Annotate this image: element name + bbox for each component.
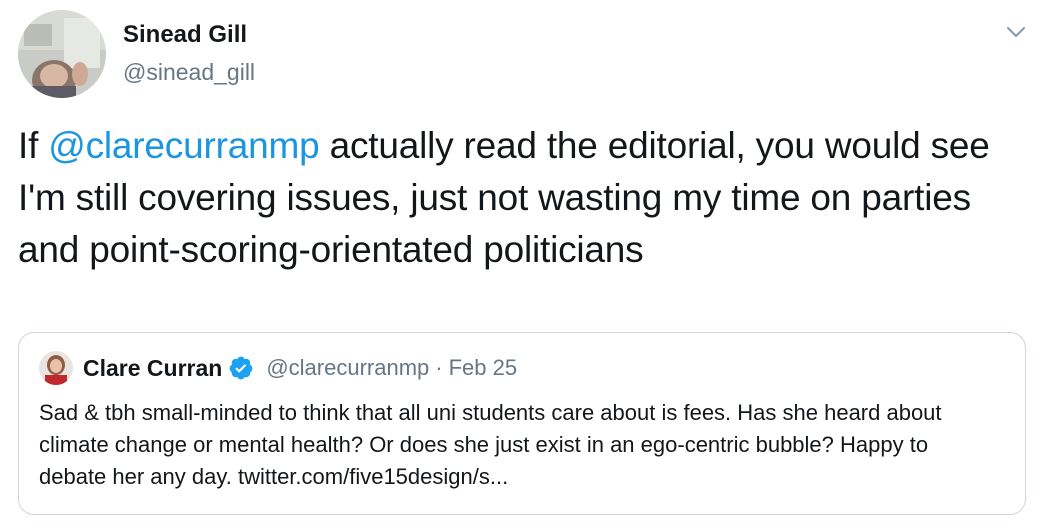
quoted-tweet-header: Clare Curran @clarecurranmp · Feb 25 (83, 351, 517, 385)
mention-link[interactable]: @clarecurranmp (48, 125, 319, 166)
chevron-down-icon[interactable] (1004, 22, 1028, 42)
quoted-author-handle[interactable]: @clarecurranmp (266, 355, 429, 381)
quoted-tweet-date[interactable]: Feb 25 (449, 355, 518, 381)
quoted-author-avatar[interactable] (39, 351, 73, 385)
author-display-name[interactable]: Sinead Gill (123, 20, 247, 50)
tweet-card: Sinead Gill @sinead_gill If @clarecurran… (0, 0, 1050, 531)
author-handle[interactable]: @sinead_gill (123, 57, 255, 87)
tweet-text: If @clarecurranmp actually read the edit… (18, 120, 1038, 276)
header-separator: · (435, 355, 443, 380)
quoted-tweet-text: Sad & tbh small-minded to think that all… (39, 400, 942, 489)
quoted-author-avatar-image (39, 351, 73, 385)
author-avatar-image (18, 10, 106, 98)
quoted-author-name[interactable]: Clare Curran (83, 355, 222, 382)
quoted-tweet[interactable]: Clare Curran @clarecurranmp · Feb 25 Sad… (18, 332, 1026, 515)
tweet-text-prefix: If (18, 125, 49, 166)
author-avatar[interactable] (18, 10, 106, 98)
verified-badge-icon (228, 355, 254, 381)
